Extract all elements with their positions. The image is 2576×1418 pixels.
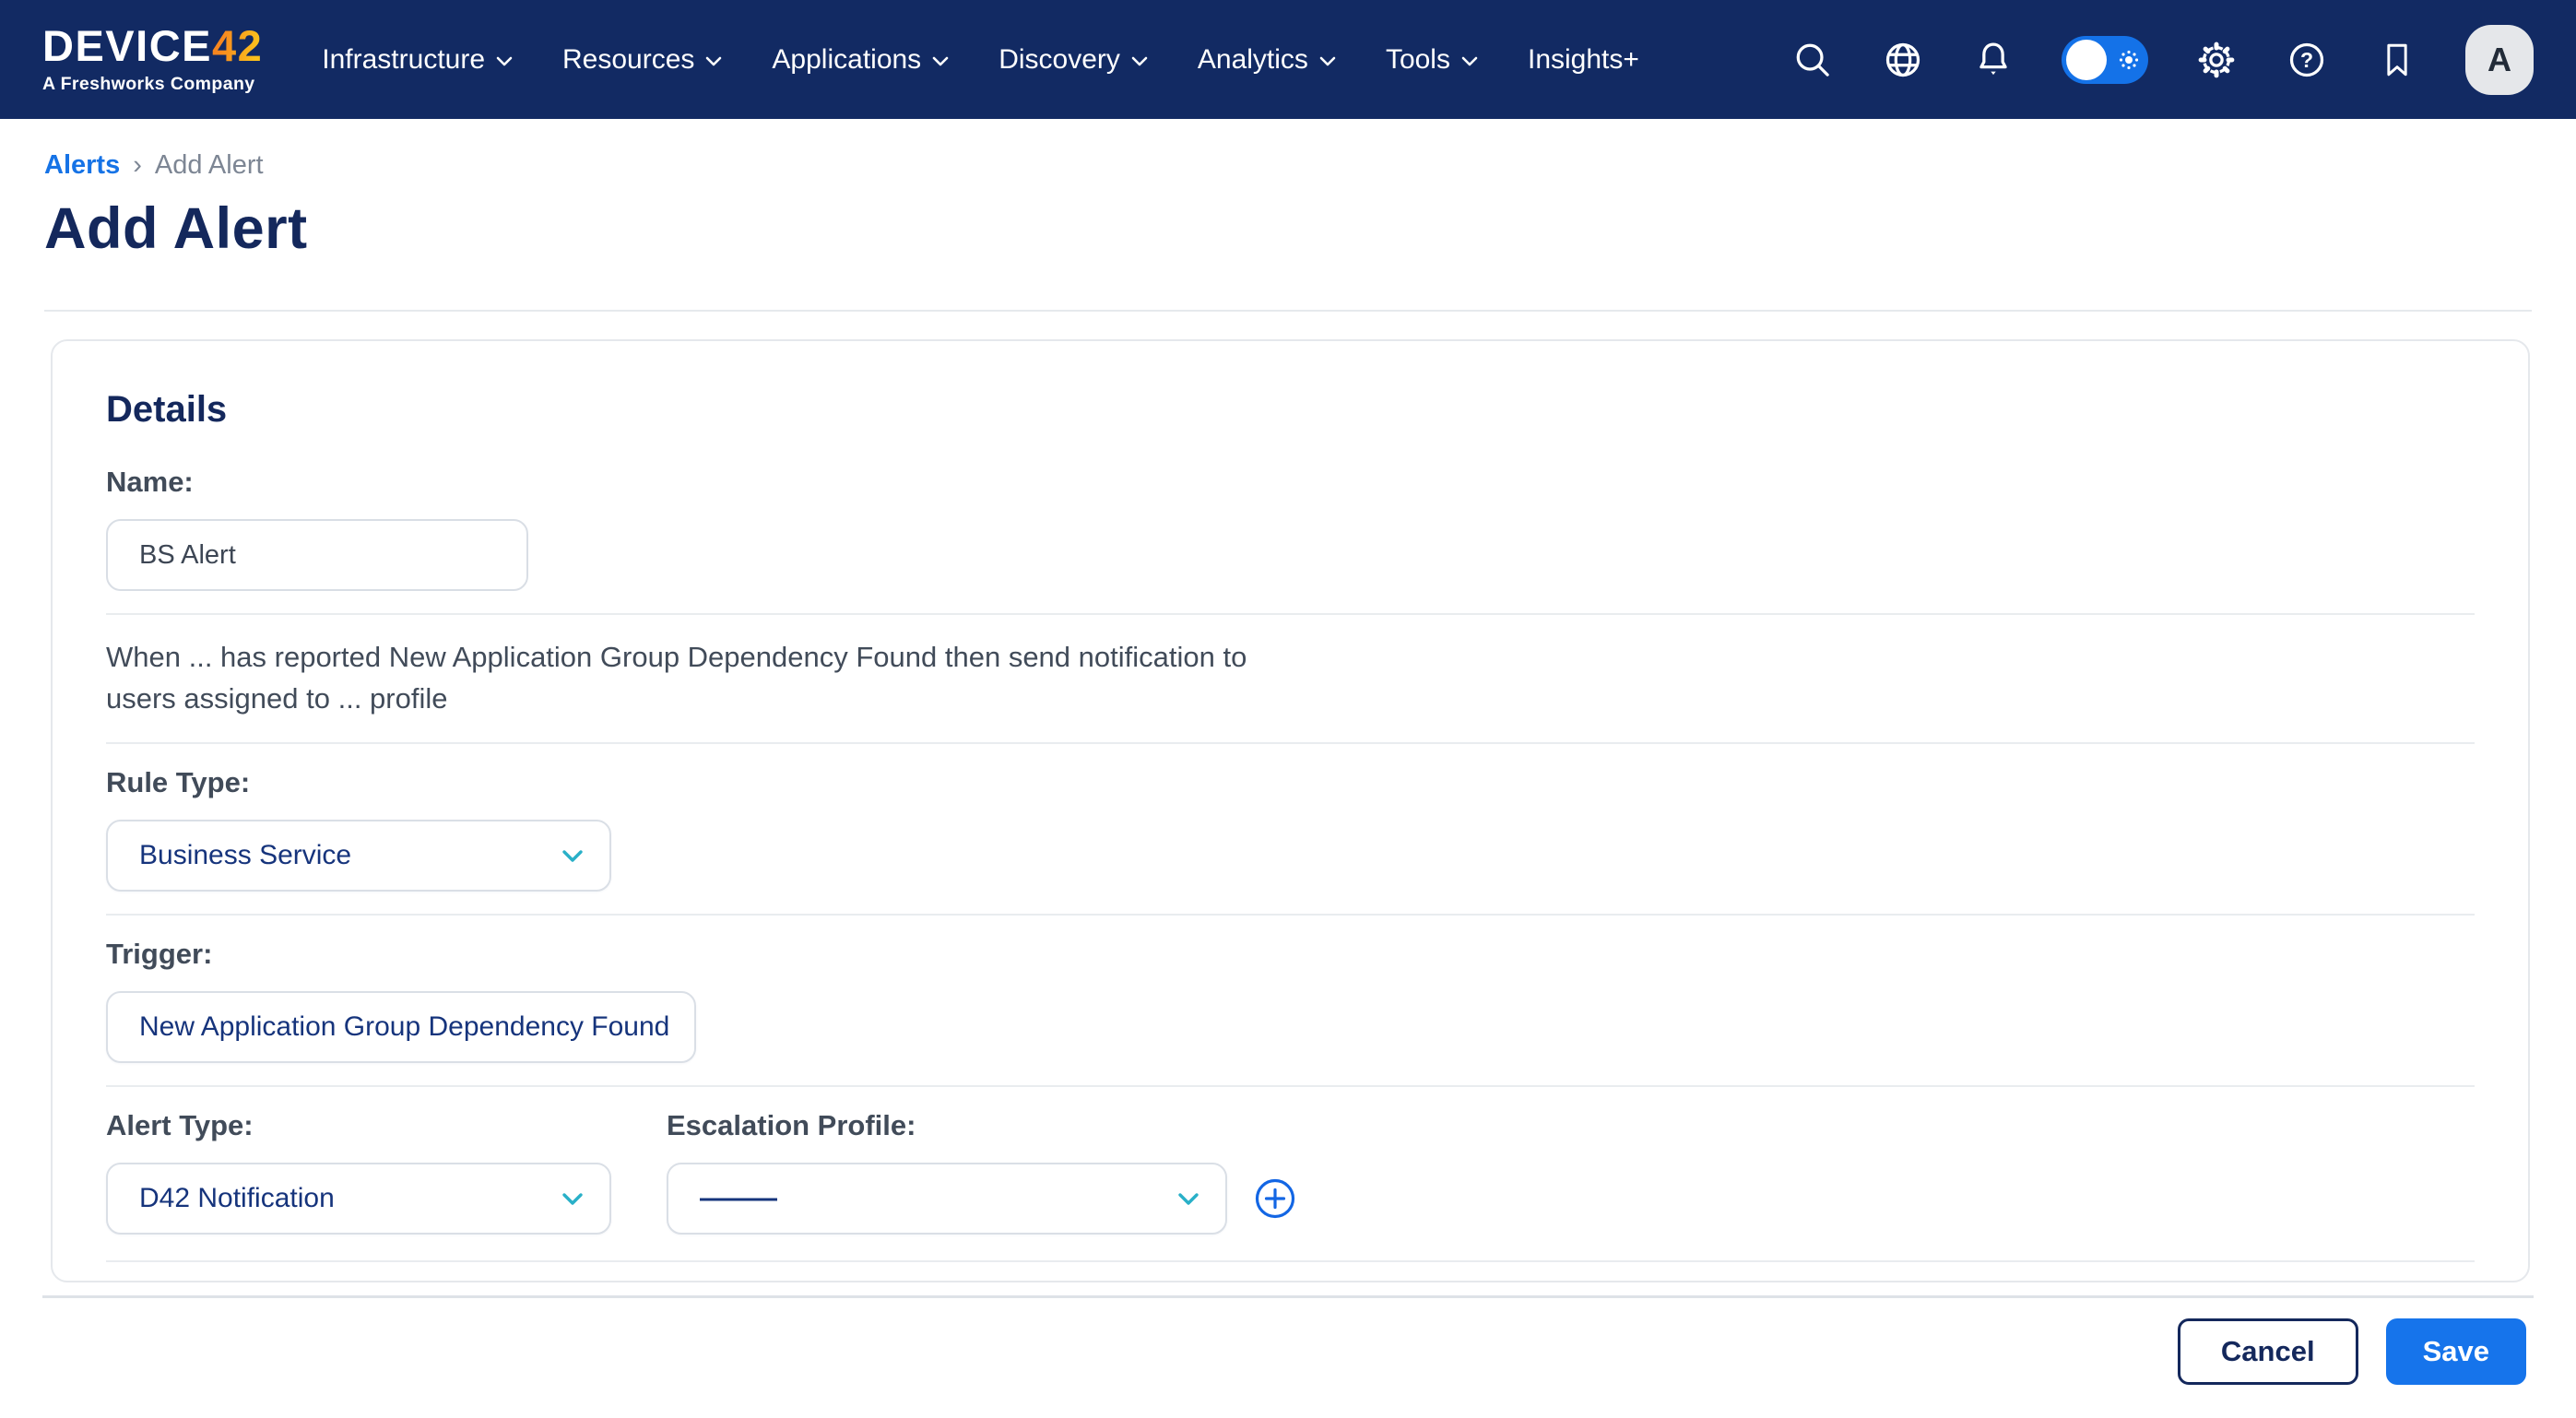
escalation-profile-column: Escalation Profile: ——— (667, 1109, 1297, 1235)
menu-infrastructure[interactable]: Infrastructure (322, 44, 513, 76)
chevron-down-icon (932, 55, 949, 67)
footer-divider (42, 1295, 2534, 1298)
breadcrumb-current: Add Alert (155, 150, 264, 181)
alert-description-text: When ... has reported New Application Gr… (106, 637, 1323, 720)
chevron-down-icon (496, 55, 513, 67)
details-heading: Details (106, 389, 2475, 431)
details-card: Details Name: When ... has reported New … (51, 339, 2530, 1282)
menu-resources[interactable]: Resources (562, 44, 722, 76)
main-menu: Infrastructure Resources Applications Di… (322, 44, 1639, 76)
chevron-down-icon (561, 849, 584, 863)
save-button[interactable]: Save (2386, 1318, 2526, 1385)
menu-label: Insights+ (1528, 44, 1639, 76)
alert-type-select[interactable]: D42 Notification (106, 1163, 611, 1235)
theme-toggle[interactable] (2062, 36, 2148, 84)
gear-icon[interactable] (2194, 38, 2239, 82)
alert-type-label: Alert Type: (106, 1109, 611, 1142)
menu-label: Applications (772, 44, 921, 76)
title-divider (44, 310, 2532, 312)
escalation-profile-value: ——— (700, 1183, 774, 1214)
help-icon[interactable]: ? (2285, 38, 2329, 82)
top-navbar: DEVICE42 A Freshworks Company Infrastruc… (0, 0, 2576, 119)
chevron-down-icon (1131, 55, 1148, 67)
breadcrumb-alerts-link[interactable]: Alerts (44, 150, 120, 181)
bell-icon[interactable] (1971, 38, 2015, 82)
menu-label: Tools (1386, 44, 1450, 76)
section-divider (106, 914, 2475, 916)
breadcrumb: Alerts › Add Alert (44, 150, 2532, 181)
section-divider (106, 1085, 2475, 1087)
menu-label: Infrastructure (322, 44, 485, 76)
add-escalation-profile-button[interactable] (1253, 1176, 1297, 1221)
sun-icon (2117, 48, 2141, 72)
escalation-profile-select[interactable]: ——— (667, 1163, 1227, 1235)
globe-icon[interactable] (1881, 38, 1925, 82)
rule-type-label: Rule Type: (106, 766, 2475, 799)
rule-type-value: Business Service (139, 840, 351, 871)
chevron-down-icon (1319, 55, 1336, 67)
footer-actions: Cancel Save (50, 1318, 2526, 1385)
menu-discovery[interactable]: Discovery (998, 44, 1148, 76)
toggle-knob (2066, 40, 2107, 80)
section-divider (106, 613, 2475, 615)
escalation-profile-label: Escalation Profile: (667, 1109, 1297, 1142)
bookmark-icon[interactable] (2375, 38, 2419, 82)
logo-text: DEVICE42 (42, 24, 263, 67)
card-bottom-divider (106, 1260, 2475, 1262)
alert-type-value: D42 Notification (139, 1183, 335, 1214)
breadcrumb-separator: › (133, 150, 142, 181)
chevron-down-icon (1177, 1192, 1199, 1206)
menu-applications[interactable]: Applications (772, 44, 949, 76)
trigger-label: Trigger: (106, 938, 2475, 971)
device42-logo[interactable]: DEVICE42 A Freshworks Company (42, 24, 263, 95)
logo-accent-42: 42 (212, 21, 263, 70)
name-label: Name: (106, 466, 2475, 499)
menu-label: Discovery (998, 44, 1120, 76)
rule-type-select[interactable]: Business Service (106, 820, 611, 892)
name-input[interactable] (106, 519, 528, 591)
search-icon[interactable] (1790, 38, 1835, 82)
page-title: Add Alert (44, 195, 2532, 262)
menu-analytics[interactable]: Analytics (1198, 44, 1336, 76)
avatar-letter: A (2487, 41, 2511, 79)
alert-type-column: Alert Type: D42 Notification (106, 1109, 611, 1235)
plus-circle-icon (1254, 1177, 1296, 1220)
trigger-value: New Application Group Dependency Found (139, 1011, 669, 1043)
logo-subtitle: A Freshworks Company (42, 74, 263, 95)
chevron-down-icon (1461, 55, 1478, 67)
navbar-actions: ? A (1790, 25, 2534, 95)
section-divider (106, 742, 2475, 744)
menu-insights[interactable]: Insights+ (1528, 44, 1639, 76)
menu-tools[interactable]: Tools (1386, 44, 1478, 76)
menu-label: Resources (562, 44, 694, 76)
menu-label: Analytics (1198, 44, 1308, 76)
chevron-down-icon (561, 1192, 584, 1206)
trigger-select[interactable]: New Application Group Dependency Found (106, 991, 696, 1063)
chevron-down-icon (705, 55, 722, 67)
svg-text:?: ? (2300, 48, 2313, 72)
cancel-button[interactable]: Cancel (2178, 1318, 2358, 1385)
user-avatar[interactable]: A (2465, 25, 2534, 95)
